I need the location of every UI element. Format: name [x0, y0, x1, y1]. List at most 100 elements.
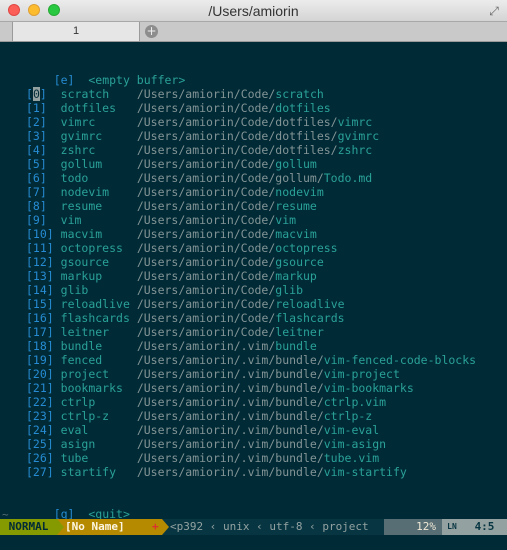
recent-file-entry[interactable]: [7] nodevim /Users/amiorin/Code/nodevim — [26, 185, 324, 199]
recent-file-entry[interactable]: [16] flashcards /Users/amiorin/Code/flas… — [26, 311, 345, 325]
entry-key: [23] — [26, 409, 54, 423]
entry-name: ctrlp — [60, 395, 96, 409]
entry-dir: /Users/amiorin/.vim/bundle/ — [136, 381, 324, 395]
tab-1[interactable]: 1 — [12, 22, 140, 42]
new-tab-plus-icon[interactable]: + — [145, 25, 158, 38]
entry-dir: /Users/amiorin/.vim/bundle/ — [136, 395, 324, 409]
mode-indicator: NORMAL — [0, 519, 57, 535]
vim-statusline: NORMAL [No Name] + <p392 ‹ unix ‹ utf-8 … — [0, 519, 507, 535]
entry-leaf: reloadlive — [275, 297, 345, 311]
recent-file-entry[interactable]: [27] startify /Users/amiorin/.vim/bundle… — [26, 465, 407, 479]
entry-dir: /Users/amiorin/Code/dotfiles/ — [136, 129, 338, 143]
entry-dir: /Users/amiorin/Code/ — [136, 227, 276, 241]
entry-key: [9] — [26, 213, 47, 227]
entry-key: [4] — [26, 143, 47, 157]
cursor-position: 4:5 — [462, 519, 507, 535]
recent-file-entry[interactable]: [20] project /Users/amiorin/.vim/bundle/… — [26, 367, 400, 381]
entry-dir: /Users/amiorin/Code/ — [136, 241, 276, 255]
empty-buffer-entry[interactable]: [e] <empty buffer> — [26, 59, 186, 87]
entry-key: [20] — [26, 367, 54, 381]
tab-bar: 1 + — [0, 22, 507, 42]
recent-file-entry[interactable]: [5] gollum /Users/amiorin/Code/gollum — [26, 157, 317, 171]
entry-dir: /Users/amiorin/.vim/bundle/ — [136, 451, 324, 465]
entry-name: fenced — [60, 353, 103, 367]
entry-key: [1] — [26, 101, 47, 115]
entry-name: project — [60, 367, 110, 381]
entry-leaf: ctrlp.vim — [323, 395, 387, 409]
entry-key: [0] — [26, 87, 47, 101]
recent-file-entry[interactable]: [2] vimrc /Users/amiorin/Code/dotfiles/v… — [26, 115, 372, 129]
recent-file-entry[interactable]: [14] glib /Users/amiorin/Code/glib — [26, 283, 303, 297]
recent-file-entry[interactable]: [8] resume /Users/amiorin/Code/resume — [26, 199, 317, 213]
recent-file-entry[interactable]: [4] zshrc /Users/amiorin/Code/dotfiles/z… — [26, 143, 372, 157]
recent-file-entry[interactable]: [9] vim /Users/amiorin/Code/vim — [26, 213, 296, 227]
entry-name: gollum — [60, 157, 103, 171]
line-number-icon: LN — [442, 519, 462, 535]
entry-leaf: scratch — [275, 87, 324, 101]
entry-leaf: markup — [275, 269, 317, 283]
entry-leaf: vimrc — [337, 115, 373, 129]
entry-dir: /Users/amiorin/.vim/bundle/ — [136, 437, 324, 451]
entry-leaf: flashcards — [275, 311, 345, 325]
entry-leaf: gvimrc — [337, 129, 380, 143]
entry-dir: /Users/amiorin/Code/ — [136, 269, 276, 283]
recent-file-entry[interactable]: [19] fenced /Users/amiorin/.vim/bundle/v… — [26, 353, 476, 367]
recent-file-entry[interactable]: [24] eval /Users/amiorin/.vim/bundle/vim… — [26, 423, 379, 437]
entry-name: nodevim — [60, 185, 110, 199]
recent-file-entry[interactable]: [1] dotfiles /Users/amiorin/Code/dotfile… — [26, 101, 331, 115]
entry-name: ctrlp-z — [60, 409, 110, 423]
recent-file-entry[interactable]: [22] ctrlp /Users/amiorin/.vim/bundle/ct… — [26, 395, 386, 409]
entry-leaf: tube.vim — [323, 451, 380, 465]
entry-leaf: dotfiles — [275, 101, 331, 115]
entry-dir: /Users/amiorin/.vim/bundle/ — [136, 423, 324, 437]
recent-file-entry[interactable]: [15] reloadlive /Users/amiorin/Code/relo… — [26, 297, 345, 311]
entry-leaf: glib — [275, 283, 303, 297]
recent-file-entry[interactable]: [3] gvimrc /Users/amiorin/Code/dotfiles/… — [26, 129, 379, 143]
buffer-name: [No Name] — [65, 519, 152, 535]
quit-entry[interactable]: [q] <quit> — [26, 493, 130, 521]
entry-dir: /Users/amiorin/.vim/bundle/ — [136, 465, 324, 479]
entry-key: [14] — [26, 283, 54, 297]
entry-leaf: vim — [275, 213, 297, 227]
entry-dir: /Users/amiorin/.vim/bundle/ — [136, 367, 324, 381]
command-line[interactable] — [0, 535, 507, 550]
line-number-icon-label: LN — [447, 522, 457, 531]
entry-name: leitner — [60, 325, 110, 339]
recent-file-entry[interactable]: [26] tube /Users/amiorin/.vim/bundle/tub… — [26, 451, 379, 465]
recent-file-entry[interactable]: [10] macvim /Users/amiorin/Code/macvim — [26, 227, 317, 241]
entry-dir: /Users/amiorin/Code/ — [136, 283, 276, 297]
recent-file-entry[interactable]: [0] scratch /Users/amiorin/Code/scratch — [26, 87, 324, 101]
scroll-percent: 12% — [384, 519, 442, 535]
recent-file-entry[interactable]: [6] todo /Users/amiorin/Code/gollum/Todo… — [26, 171, 372, 185]
empty-buffer-key: [e] — [53, 73, 75, 87]
recent-file-entry[interactable]: [12] gsource /Users/amiorin/Code/gsource — [26, 255, 324, 269]
modified-flag: + — [152, 519, 162, 535]
entry-name: vim — [60, 213, 82, 227]
entry-leaf: gollum — [275, 157, 317, 171]
window-title: /Users/amiorin — [208, 3, 299, 19]
recent-file-entry[interactable]: [18] bundle /Users/amiorin/.vim/bundle — [26, 339, 317, 353]
recent-file-entry[interactable]: [17] leitner /Users/amiorin/Code/leitner — [26, 325, 324, 339]
fullscreen-icon[interactable]: ⤢ — [487, 4, 501, 18]
recent-file-entry[interactable]: [13] markup /Users/amiorin/Code/markup — [26, 269, 317, 283]
recent-file-entry[interactable]: [25] asign /Users/amiorin/.vim/bundle/vi… — [26, 437, 386, 451]
entry-dir: /Users/amiorin/.vim/bundle/ — [136, 353, 324, 367]
entry-leaf: leitner — [275, 325, 324, 339]
entry-key: [11] — [26, 241, 54, 255]
entry-key: [25] — [26, 437, 54, 451]
entry-leaf: ctrlp-z — [323, 409, 373, 423]
recent-file-entry[interactable]: [23] ctrlp-z /Users/amiorin/.vim/bundle/… — [26, 409, 372, 423]
entry-key: [16] — [26, 311, 54, 325]
entry-leaf: vim-bookmarks — [323, 381, 414, 395]
entry-leaf: Todo.md — [323, 171, 373, 185]
recent-file-entry[interactable]: [21] bookmarks /Users/amiorin/.vim/bundl… — [26, 381, 414, 395]
entry-dir: /Users/amiorin/Code/dotfiles/ — [136, 115, 338, 129]
entry-key: [19] — [26, 353, 54, 367]
entry-name: glib — [60, 283, 89, 297]
entry-key: [10] — [26, 227, 54, 241]
entry-key: [7] — [26, 185, 47, 199]
entry-leaf: vim-project — [323, 367, 400, 381]
entry-key: [3] — [26, 129, 47, 143]
recent-file-entry[interactable]: [11] octopress /Users/amiorin/Code/octop… — [26, 241, 338, 255]
entry-name: tube — [60, 451, 89, 465]
